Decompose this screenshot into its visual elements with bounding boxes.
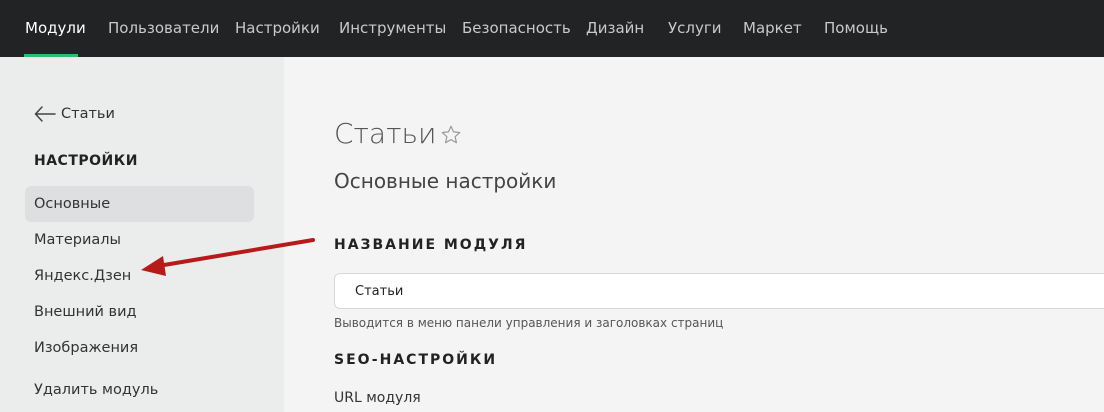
back-link-label: Статьи xyxy=(61,106,115,122)
nav-item-users[interactable]: Пользователи xyxy=(108,0,219,57)
sidebar-item-main[interactable]: Основные xyxy=(25,186,254,222)
nav-item-help[interactable]: Помощь xyxy=(824,0,888,57)
sidebar-item-images[interactable]: Изображения xyxy=(25,330,254,366)
sidebar-item-yandex-zen[interactable]: Яндекс.Дзен xyxy=(25,258,254,294)
nav-item-design[interactable]: Дизайн xyxy=(586,0,644,57)
nav-item-security[interactable]: Безопасность xyxy=(462,0,571,57)
module-name-heading: НАЗВАНИЕ МОДУЛЯ xyxy=(334,237,528,253)
seo-heading: SEO-НАСТРОЙКИ xyxy=(334,352,498,368)
top-nav: Модули Пользователи Настройки Инструмент… xyxy=(0,0,1104,57)
url-field-label: URL модуля xyxy=(334,390,421,406)
arrow-left-icon xyxy=(34,106,56,122)
nav-item-modules[interactable]: Модули xyxy=(25,0,86,57)
star-icon[interactable] xyxy=(440,124,462,146)
sidebar-item-materials[interactable]: Материалы xyxy=(25,222,254,258)
nav-item-settings[interactable]: Настройки xyxy=(235,0,320,57)
nav-item-tools[interactable]: Инструменты xyxy=(339,0,446,57)
sidebar-section-title: НАСТРОЙКИ xyxy=(34,153,138,169)
nav-item-market[interactable]: Маркет xyxy=(743,0,802,57)
nav-item-services[interactable]: Услуги xyxy=(668,0,721,57)
module-name-hint: Выводится в меню панели управления и заг… xyxy=(334,316,724,330)
page-subtitle: Основные настройки xyxy=(334,169,557,193)
sidebar-item-delete-module[interactable]: Удалить модуль xyxy=(25,372,254,408)
module-name-input[interactable] xyxy=(334,273,1104,309)
page-title: Статьи xyxy=(334,117,437,150)
sidebar-item-appearance[interactable]: Внешний вид xyxy=(25,294,254,330)
